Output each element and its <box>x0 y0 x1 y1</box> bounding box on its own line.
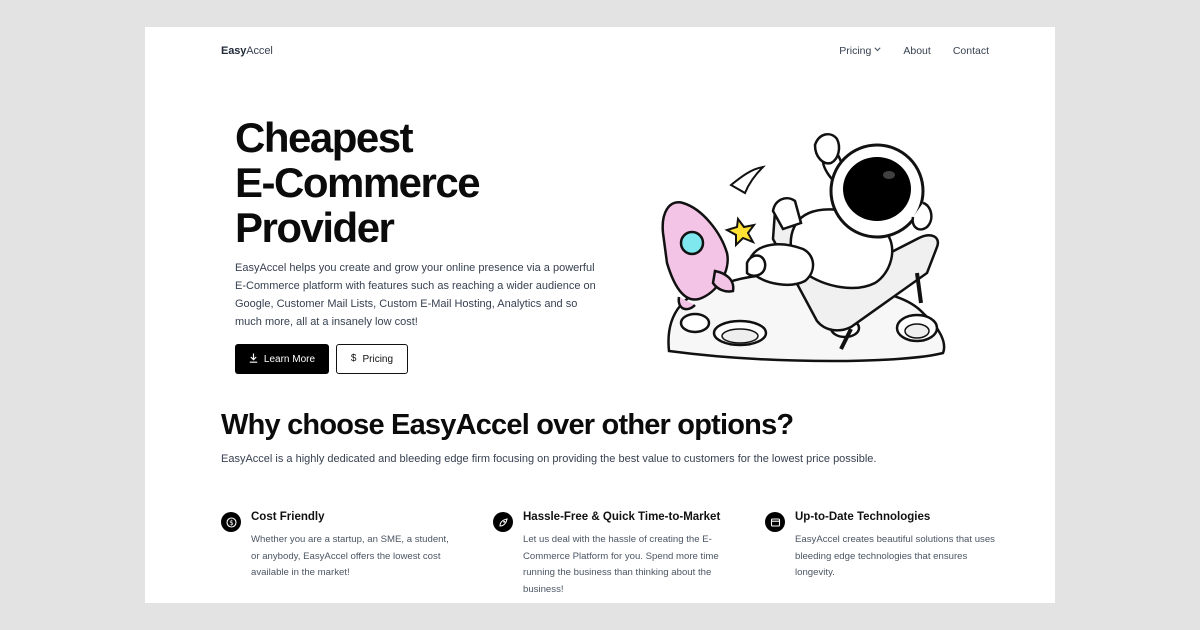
svg-text:$: $ <box>229 519 233 527</box>
nav-link-label: About <box>903 45 931 57</box>
feature-description: Let us deal with the hassle of creating … <box>523 534 719 595</box>
nav-link-about[interactable]: About <box>903 45 930 57</box>
moon-crater-inner <box>904 323 930 339</box>
hero-description: EasyAccel helps you create and grow your… <box>235 262 596 328</box>
nav-link-contact[interactable]: Contact <box>953 45 989 57</box>
dollar-icon: $ <box>221 512 241 532</box>
pricing-label: Pricing <box>362 353 394 365</box>
moon-crater <box>679 312 711 334</box>
hero-title-line: Provider <box>235 204 395 251</box>
learn-more-label: Learn More <box>263 353 316 365</box>
hero-title-line: Cheapest <box>235 114 414 161</box>
feature-title: Hassle-Free & Quick Time-to-Market <box>523 511 721 523</box>
hero-title-line: E-Commerce <box>235 159 481 206</box>
feature-description: Whether you are a startup, an SME, a stu… <box>251 534 449 578</box>
feature-description: EasyAccel creates beautiful solutions th… <box>795 534 995 578</box>
navbar: EasyAccel Pricing About Contact <box>221 44 989 58</box>
chevron-down-icon <box>874 46 881 54</box>
nav-link-pricing[interactable]: Pricing <box>839 45 881 57</box>
browser-icon <box>765 512 785 532</box>
moon-crater-inner <box>721 328 759 344</box>
why-title: Why choose EasyAccel over other options? <box>221 409 794 441</box>
astronaut-illustration <box>661 132 946 363</box>
rocket-icon <box>493 512 513 532</box>
nav-link-label: Pricing <box>839 45 872 57</box>
logo-bold: Easy <box>221 45 247 57</box>
nav-links: Pricing About Contact <box>839 45 989 57</box>
feature-title: Up-to-Date Technologies <box>795 511 931 523</box>
star-icon <box>724 165 766 248</box>
feature-title: Cost Friendly <box>251 511 325 523</box>
landing-page: EasyAccel Pricing About Contact Cheapest… <box>145 27 1055 603</box>
pricing-button[interactable]: $ Pricing <box>336 344 408 374</box>
logo-regular: Accel <box>246 45 273 57</box>
logo[interactable]: EasyAccel <box>221 45 273 57</box>
dollar-icon: $ <box>350 353 357 364</box>
download-icon <box>249 353 258 366</box>
why-description: EasyAccel is a highly dedicated and blee… <box>221 453 877 465</box>
hero-title: Cheapest E-Commerce Provider <box>235 115 575 250</box>
nav-link-label: Contact <box>952 45 989 57</box>
learn-more-button[interactable]: Learn More <box>235 344 329 374</box>
